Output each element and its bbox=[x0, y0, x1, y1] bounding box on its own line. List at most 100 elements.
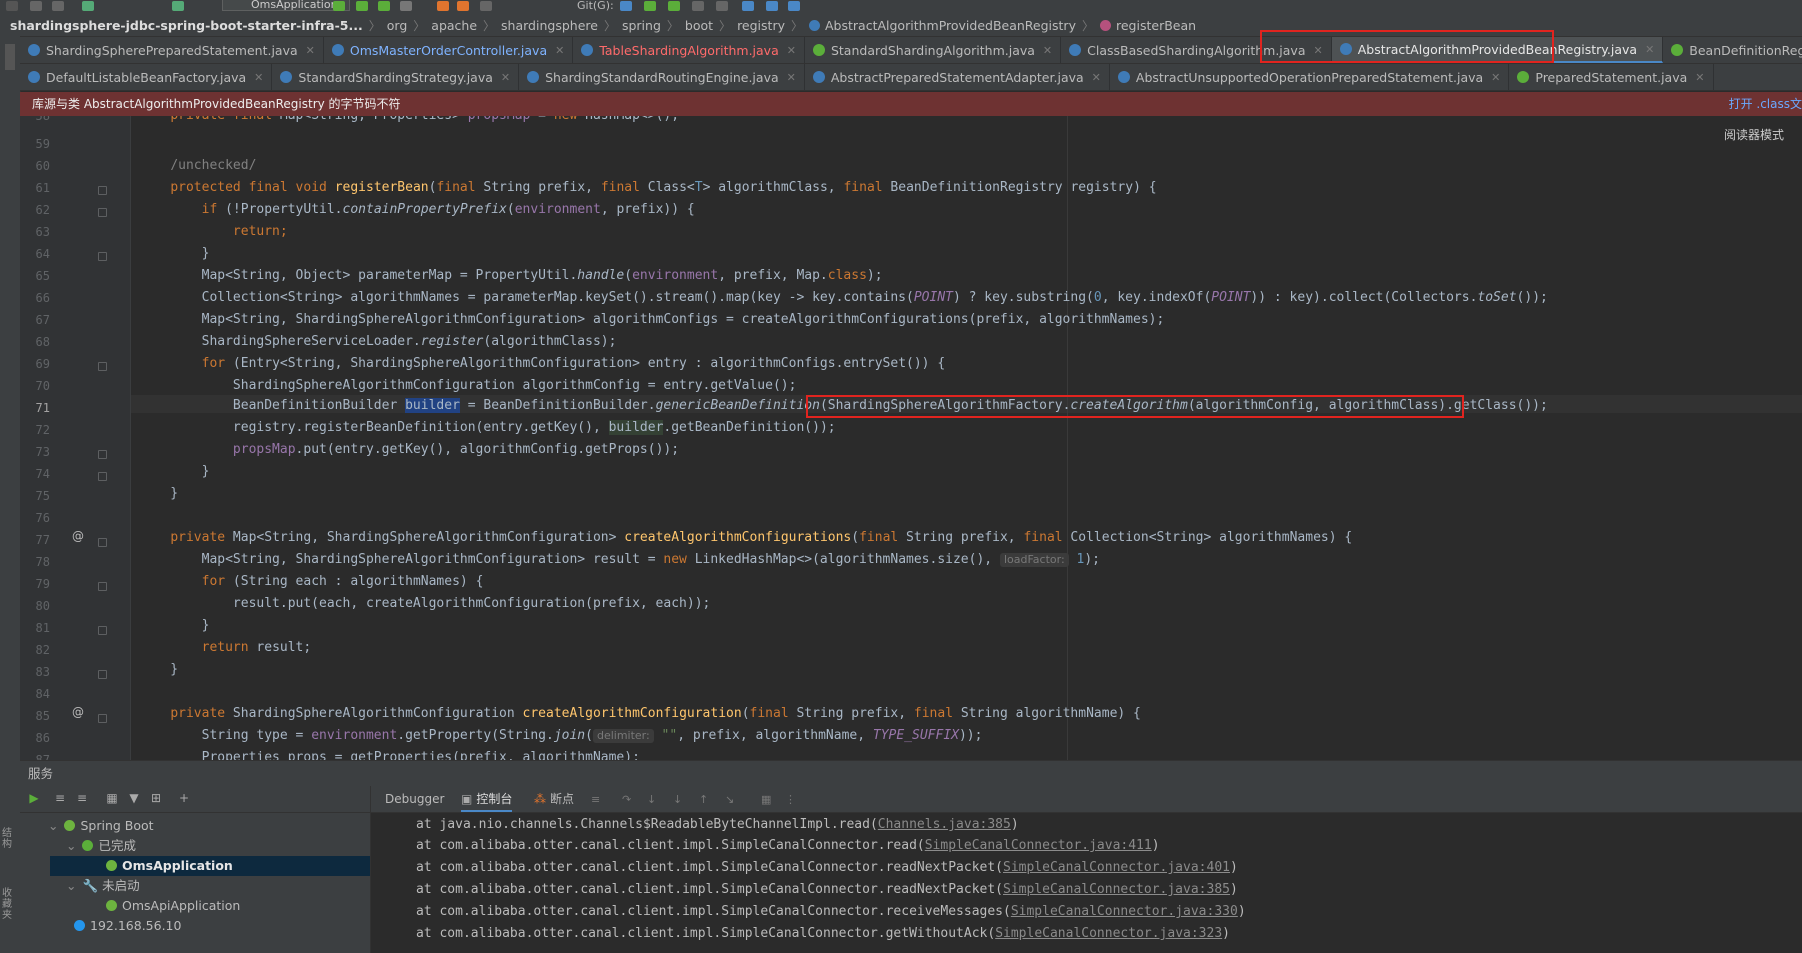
close-icon[interactable]: ✕ bbox=[1092, 71, 1101, 84]
tab-console[interactable]: ▣ 控制台 bbox=[461, 786, 513, 812]
collapse-all-icon[interactable]: ≡ bbox=[76, 792, 88, 804]
tab-standard-sharding-strategy[interactable]: StandardShardingStrategy.java ✕ bbox=[272, 64, 520, 90]
code-editor[interactable]: 58 59 60 61 62 63 64 65 66 67 68 69 70 7… bbox=[20, 116, 1802, 760]
close-icon[interactable]: ✕ bbox=[1695, 71, 1704, 84]
annotation-marker-icon[interactable]: @ bbox=[72, 529, 84, 543]
tab-abstract-prepared-statement-adapter[interactable]: AbstractPreparedStatementAdapter.java ✕ bbox=[805, 64, 1110, 90]
source-link[interactable]: Channels.java:385 bbox=[878, 817, 1011, 832]
close-icon[interactable]: ✕ bbox=[1645, 43, 1654, 56]
run-icon[interactable]: ▶ bbox=[28, 792, 40, 804]
fold-end-icon[interactable] bbox=[98, 670, 107, 679]
breadcrumb-package-apache[interactable]: apache bbox=[431, 18, 477, 33]
source-link[interactable]: SimpleCanalConnector.java:385 bbox=[1003, 882, 1230, 897]
chevron-down-icon[interactable]: ⌄ bbox=[66, 838, 76, 853]
build-icon[interactable] bbox=[172, 1, 184, 11]
run-icon[interactable] bbox=[333, 1, 345, 11]
tree-item-docker-host[interactable]: 192.168.56.10 bbox=[74, 916, 181, 936]
force-step-into-icon[interactable]: ↓ bbox=[673, 793, 682, 806]
tab-sharding-standard-routing-engine[interactable]: ShardingStandardRoutingEngine.java ✕ bbox=[519, 64, 805, 90]
breadcrumb-module[interactable]: shardingsphere-jdbc-spring-boot-starter-… bbox=[0, 18, 363, 33]
breadcrumb-class[interactable]: AbstractAlgorithmProvidedBeanRegistry bbox=[809, 18, 1076, 33]
fold-end-icon[interactable] bbox=[98, 252, 107, 261]
reader-mode-button[interactable]: 阅读器模式 bbox=[1724, 126, 1784, 143]
source-link[interactable]: SimpleCanalConnector.java:401 bbox=[1003, 860, 1230, 875]
source-link[interactable]: SimpleCanalConnector.java:323 bbox=[995, 926, 1222, 941]
breadcrumb-package-shardingsphere[interactable]: shardingsphere bbox=[501, 18, 598, 33]
tab-bean-definition-registry[interactable]: BeanDefinitionRegistry.java✕ bbox=[1663, 37, 1802, 63]
fold-minus-icon[interactable] bbox=[98, 538, 107, 547]
save-icon[interactable] bbox=[30, 1, 42, 11]
stop-icon[interactable] bbox=[457, 1, 469, 11]
open-class-file-link[interactable]: 打开 .class文 bbox=[1729, 92, 1802, 116]
tree-item-oms-application[interactable]: OmsApplication bbox=[50, 856, 370, 876]
tab-breakpoints[interactable]: ⁂ 断点 bbox=[534, 786, 574, 812]
group-icon[interactable]: ▦ bbox=[106, 792, 118, 804]
project-tool-icon[interactable] bbox=[5, 44, 15, 70]
git-rollback-icon[interactable] bbox=[716, 1, 728, 11]
tree-item-spring-boot[interactable]: ⌄ Spring Boot bbox=[48, 816, 154, 836]
tab-prepared-statement[interactable]: PreparedStatement.java ✕ bbox=[1509, 64, 1714, 90]
fold-end-icon[interactable] bbox=[98, 450, 107, 459]
breadcrumb-package-registry[interactable]: registry bbox=[737, 18, 785, 33]
fold-minus-icon[interactable] bbox=[98, 362, 107, 371]
structure-tool-label[interactable]: 结构 bbox=[2, 828, 18, 850]
back-icon[interactable] bbox=[82, 1, 94, 11]
tab-debugger[interactable]: Debugger bbox=[385, 786, 444, 812]
chevron-down-icon[interactable]: ⌄ bbox=[66, 878, 76, 893]
git-history-icon[interactable] bbox=[692, 1, 704, 11]
breadcrumb-package-org[interactable]: org bbox=[387, 18, 408, 33]
settings-icon[interactable] bbox=[766, 1, 778, 11]
plugin-icon[interactable] bbox=[788, 1, 800, 11]
debug-icon[interactable] bbox=[356, 1, 368, 11]
source-link[interactable]: SimpleCanalConnector.java:330 bbox=[1011, 904, 1238, 919]
tab-table-sharding-algorithm[interactable]: TableShardingAlgorithm.java ✕ bbox=[573, 37, 805, 63]
fold-minus-icon[interactable] bbox=[98, 186, 107, 195]
fold-end-icon[interactable] bbox=[98, 472, 107, 481]
evaluate-icon[interactable]: ▦ bbox=[761, 793, 771, 806]
fold-minus-icon[interactable] bbox=[98, 714, 107, 723]
close-icon[interactable]: ✕ bbox=[787, 71, 796, 84]
step-out-icon[interactable]: ↑ bbox=[699, 793, 708, 806]
favorites-tool-label[interactable]: 收藏夹 bbox=[2, 888, 18, 921]
step-over-icon[interactable]: ↷ bbox=[622, 793, 631, 806]
close-icon[interactable]: ✕ bbox=[254, 71, 263, 84]
chevron-down-icon[interactable]: ⌄ bbox=[48, 818, 58, 833]
add-icon[interactable]: + bbox=[178, 792, 190, 804]
breadcrumb-package-boot[interactable]: boot bbox=[685, 18, 713, 33]
stop-all-icon[interactable] bbox=[480, 1, 492, 11]
tab-default-listable-bean-factory[interactable]: DefaultListableBeanFactory.java ✕ bbox=[20, 64, 273, 90]
menu-icon[interactable] bbox=[6, 1, 18, 11]
coverage-icon[interactable] bbox=[378, 1, 390, 11]
profile-icon[interactable] bbox=[400, 1, 412, 11]
fold-minus-icon[interactable] bbox=[98, 582, 107, 591]
close-icon[interactable]: ✕ bbox=[306, 44, 315, 57]
close-icon[interactable]: ✕ bbox=[1043, 44, 1052, 57]
sync-icon[interactable] bbox=[52, 1, 64, 11]
new-tab-icon[interactable]: ⊞ bbox=[150, 792, 162, 804]
filter-icon[interactable]: ▼ bbox=[128, 792, 140, 804]
tab-standard-sharding-algorithm[interactable]: StandardShardingAlgorithm.java ✕ bbox=[805, 37, 1062, 63]
step-into-icon[interactable]: ↓ bbox=[647, 793, 656, 806]
tree-item-not-started[interactable]: ⌄ 🔧 未启动 bbox=[66, 876, 140, 896]
breadcrumb-method[interactable]: registerBean bbox=[1100, 18, 1196, 33]
git-commit-icon[interactable] bbox=[644, 1, 656, 11]
tab-abstract-unsupported-operation-prepared-statement[interactable]: AbstractUnsupportedOperationPreparedStat… bbox=[1110, 64, 1510, 90]
close-icon[interactable]: ✕ bbox=[1491, 71, 1500, 84]
search-everywhere-icon[interactable] bbox=[742, 1, 754, 11]
fold-minus-icon[interactable] bbox=[98, 208, 107, 217]
annotation-marker-icon[interactable]: @ bbox=[72, 705, 84, 719]
attach-icon[interactable] bbox=[437, 1, 449, 11]
close-icon[interactable]: ✕ bbox=[555, 44, 564, 57]
menu-icon[interactable]: ≡ bbox=[591, 793, 600, 806]
trace-icon[interactable]: ⋮ bbox=[785, 793, 796, 806]
fold-end-icon[interactable] bbox=[98, 626, 107, 635]
breadcrumb-package-spring[interactable]: spring bbox=[622, 18, 661, 33]
git-push-icon[interactable] bbox=[668, 1, 680, 11]
source-link[interactable]: SimpleCanalConnector.java:411 bbox=[925, 838, 1152, 853]
expand-all-icon[interactable]: ≡ bbox=[54, 792, 66, 804]
git-update-icon[interactable] bbox=[620, 1, 632, 11]
close-icon[interactable]: ✕ bbox=[501, 71, 510, 84]
tree-item-oms-api-application[interactable]: OmsApiApplication bbox=[106, 896, 240, 916]
close-icon[interactable]: ✕ bbox=[787, 44, 796, 57]
tree-item-finished[interactable]: ⌄ 已完成 bbox=[66, 836, 136, 856]
